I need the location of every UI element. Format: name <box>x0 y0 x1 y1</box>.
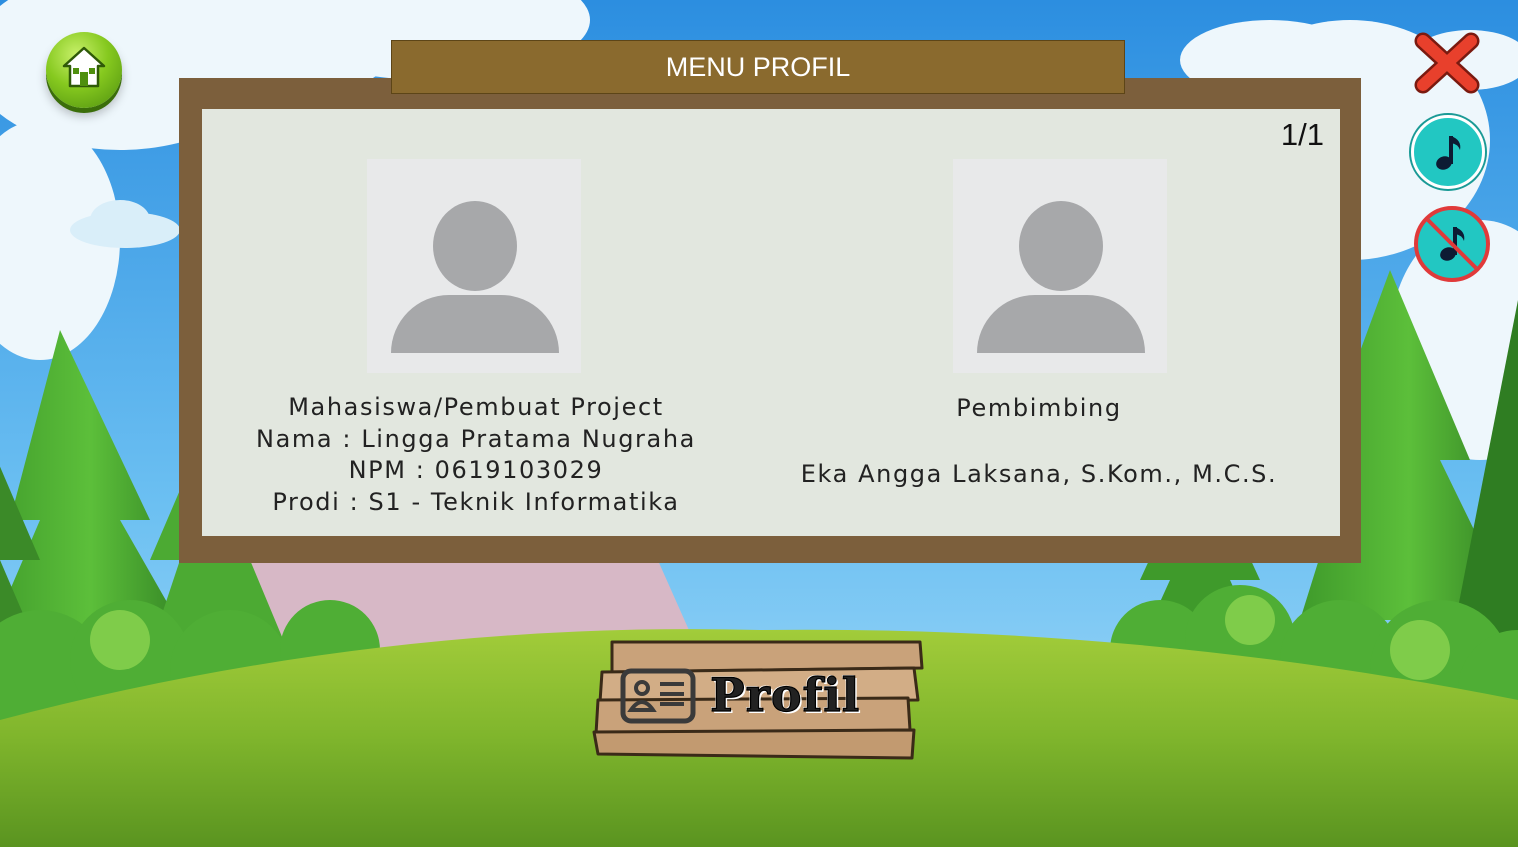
supervisor-avatar-icon <box>953 159 1167 373</box>
music-mute-icon <box>1426 218 1478 270</box>
profile-board: 1/1 Mahasiswa/Pembuat Project Nama : Lin… <box>179 78 1361 563</box>
close-icon <box>1414 32 1480 94</box>
student-avatar-icon <box>367 159 581 373</box>
student-info: Mahasiswa/Pembuat Project Nama : Lingga … <box>216 392 736 518</box>
close-button[interactable] <box>1412 30 1482 96</box>
music-note-icon <box>1436 136 1461 170</box>
sign-label: Profil <box>709 667 861 722</box>
profile-sign: Profil <box>592 638 926 760</box>
page-indicator: 1/1 <box>1280 117 1324 152</box>
supervisor-role: Pembimbing <box>956 394 1122 422</box>
student-role: Mahasiswa/Pembuat Project <box>288 393 664 421</box>
student-npm: NPM : 0619103029 <box>348 456 604 484</box>
student-name: Nama : Lingga Pratama Nugraha <box>256 424 696 453</box>
profile-panel: 1/1 Mahasiswa/Pembuat Project Nama : Lin… <box>202 109 1340 536</box>
home-icon <box>62 46 106 88</box>
music-on-button[interactable] <box>1411 115 1485 189</box>
home-button[interactable] <box>46 32 122 108</box>
music-off-button[interactable] <box>1414 206 1490 282</box>
student-prodi: Prodi : S1 - Teknik Informatika <box>272 487 680 516</box>
menu-title: MENU PROFIL <box>391 40 1125 94</box>
supervisor-name: Eka Angga Laksana, S.Kom., M.C.S. <box>800 459 1278 488</box>
supervisor-info: Pembimbing Eka Angga Laksana, S.Kom., M.… <box>750 393 1328 490</box>
id-card-icon <box>620 668 696 724</box>
